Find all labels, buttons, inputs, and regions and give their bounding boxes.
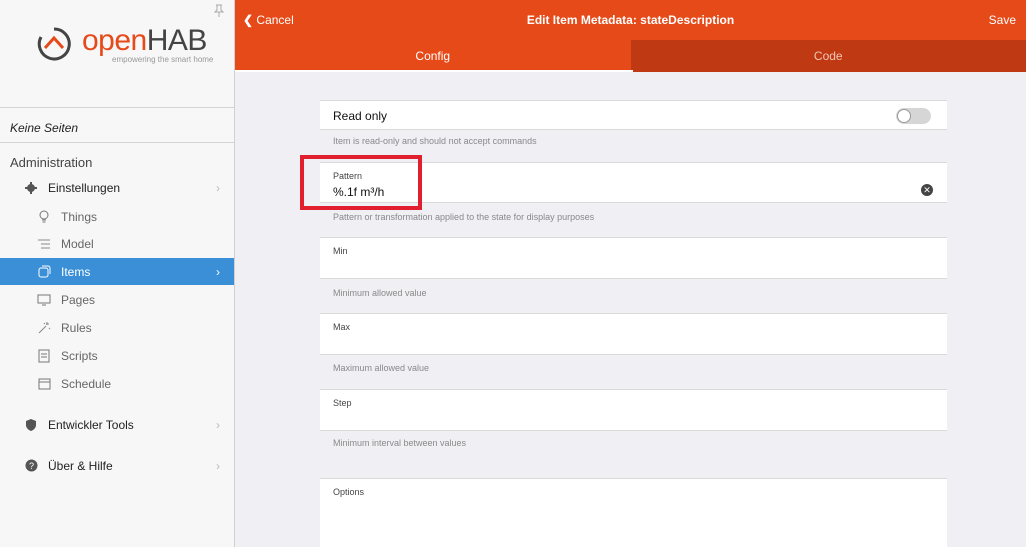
toggle-knob	[897, 109, 911, 123]
sidebar-item-label: Scripts	[61, 348, 98, 363]
min-help: Minimum allowed value	[333, 288, 427, 298]
read-only-toggle[interactable]	[896, 108, 931, 124]
read-only-row: Read only	[320, 100, 947, 130]
sidebar-divider	[0, 142, 234, 143]
openhab-logo-icon	[37, 27, 71, 61]
save-button[interactable]: Save	[989, 13, 1016, 27]
page-title: Edit Item Metadata: stateDescription	[526, 13, 735, 27]
chevron-right-icon: ›	[216, 417, 220, 432]
sidebar-item-label: Pages	[61, 292, 96, 307]
calendar-icon	[37, 377, 51, 391]
chevron-right-icon: ›	[216, 458, 220, 473]
max-field[interactable]: Max	[320, 313, 947, 355]
shield-icon	[24, 418, 38, 432]
read-only-label: Read only	[333, 109, 388, 123]
step-field[interactable]: Step	[320, 389, 947, 431]
sidebar-item-label: Einstellungen	[48, 180, 121, 195]
sidebar-item-einstellungen[interactable]: Einstellungen ›	[0, 174, 234, 201]
options-label: Options	[333, 487, 365, 497]
pin-icon[interactable]	[212, 4, 226, 18]
step-help: Minimum interval between values	[333, 438, 467, 448]
sidebar-item-label: Model	[61, 236, 94, 251]
min-label: Min	[333, 246, 348, 256]
navbar: ❮ Cancel Edit Item Metadata: stateDescri…	[235, 0, 1026, 40]
step-label: Step	[333, 398, 352, 408]
logo-wordmark: openHAB	[82, 24, 207, 57]
metadata-form: Read only Item is read-only and should n…	[235, 72, 1026, 547]
sidebar-item-model[interactable]: Model	[0, 230, 234, 257]
max-help: Maximum allowed value	[333, 363, 430, 373]
chevron-right-icon: ›	[216, 180, 220, 195]
openhab-logo[interactable]: openHAB empowering the smart home	[36, 24, 216, 70]
sidebar-divider	[0, 107, 234, 108]
sidebar-item-label: Entwickler Tools	[48, 417, 134, 432]
logo-tagline: empowering the smart home	[112, 55, 214, 64]
options-field[interactable]: Options	[320, 478, 947, 547]
list-icon	[37, 237, 51, 251]
no-pages-text: Keine Seiten	[10, 121, 79, 135]
doc-icon	[37, 349, 51, 363]
sidebar-item-things[interactable]: Things	[0, 203, 234, 230]
sidebar-item-rules[interactable]: Rules	[0, 314, 234, 341]
bulb-icon	[37, 210, 51, 224]
sidebar-item-label: Things	[61, 209, 98, 224]
sidebar-item-ueber-hilfe[interactable]: ? Über & Hilfe ›	[0, 452, 234, 479]
chevron-right-icon: ›	[216, 264, 220, 279]
gear-icon	[24, 181, 38, 195]
min-field[interactable]: Min	[320, 237, 947, 279]
sidebar-item-label: Schedule	[61, 376, 112, 391]
tab-code[interactable]: Code	[630, 40, 1026, 72]
read-only-help: Item is read-only and should not accept …	[333, 136, 537, 146]
tabbar: Config Code	[235, 40, 1026, 72]
sidebar-item-label: Über & Hilfe	[48, 458, 113, 473]
help-icon: ?	[24, 459, 38, 473]
monitor-icon	[37, 293, 51, 307]
pattern-help: Pattern or transformation applied to the…	[333, 212, 595, 222]
items-icon	[37, 265, 51, 279]
wand-icon	[37, 321, 51, 335]
tab-config[interactable]: Config	[235, 40, 631, 72]
clear-icon[interactable]: ✕	[921, 184, 933, 196]
sidebar-item-items[interactable]: Items ›	[0, 258, 234, 285]
sidebar-item-label: Rules	[61, 320, 92, 335]
sidebar-item-entwickler-tools[interactable]: Entwickler Tools ›	[0, 411, 234, 438]
svg-text:?: ?	[28, 461, 33, 471]
max-label: Max	[333, 322, 351, 332]
section-title-administration: Administration	[10, 155, 93, 170]
sidebar: openHAB empowering the smart home Keine …	[0, 0, 235, 547]
sidebar-item-schedule[interactable]: Schedule	[0, 370, 234, 397]
sidebar-item-scripts[interactable]: Scripts	[0, 342, 234, 369]
sidebar-item-pages[interactable]: Pages	[0, 286, 234, 313]
sidebar-item-label: Items	[61, 264, 91, 279]
highlight-box	[300, 155, 422, 210]
